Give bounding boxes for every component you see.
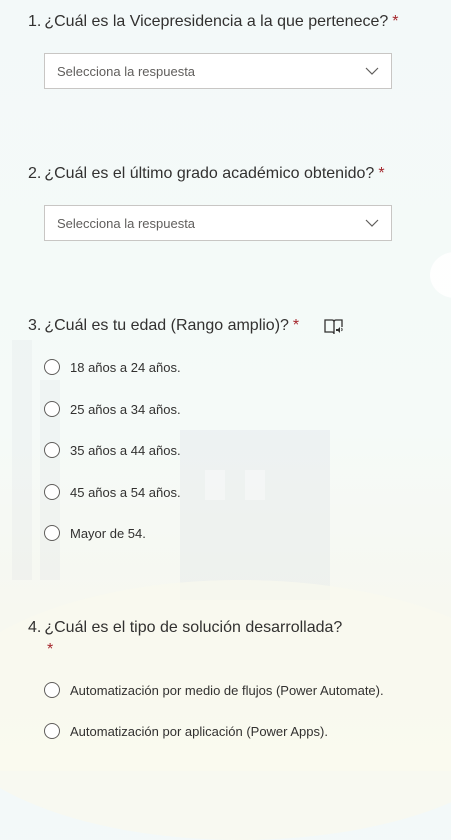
- option-age-35-44[interactable]: 35 años a 44 años.: [44, 439, 181, 461]
- option-label: 45 años a 54 años.: [70, 484, 181, 500]
- question-1-title: 1. ¿Cuál es la Vicepresidencia a la que p…: [28, 12, 399, 32]
- option-age-over-54[interactable]: Mayor de 54.: [44, 522, 146, 544]
- immersive-reader-icon[interactable]: [323, 318, 345, 336]
- required-asterisk: *: [378, 165, 385, 182]
- question-number: 4.: [28, 619, 42, 636]
- radio-button[interactable]: [44, 525, 60, 541]
- option-power-automate[interactable]: Automatización por medio de flujos (Powe…: [44, 679, 384, 701]
- dropdown-placeholder: Selecciona la respuesta: [57, 215, 196, 231]
- option-label: Mayor de 54.: [70, 525, 146, 541]
- radio-button[interactable]: [44, 359, 60, 375]
- question-4-title: 4. ¿Cuál es el tipo de solución desarroll…: [28, 618, 342, 638]
- question-3-title: 3. ¿Cuál es tu edad (Rango amplio)? *: [28, 316, 299, 336]
- chevron-down-icon: [365, 219, 379, 227]
- radio-button[interactable]: [44, 401, 60, 417]
- question-text: ¿Cuál es la Vicepresidencia a la que per…: [44, 13, 389, 30]
- required-asterisk: *: [392, 13, 399, 30]
- option-label: 25 años a 34 años.: [70, 401, 181, 417]
- question-number: 3.: [28, 317, 42, 334]
- option-label: Automatización por medio de flujos (Powe…: [70, 682, 384, 698]
- radio-button[interactable]: [44, 484, 60, 500]
- option-label: 18 años a 24 años.: [70, 359, 181, 375]
- chevron-down-icon: [365, 67, 379, 75]
- question-number: 2.: [28, 165, 42, 182]
- question-text: ¿Cuál es tu edad (Rango amplio)?: [44, 317, 289, 334]
- option-age-18-24[interactable]: 18 años a 24 años.: [44, 356, 181, 378]
- radio-button[interactable]: [44, 442, 60, 458]
- option-label: 35 años a 44 años.: [70, 442, 181, 458]
- grado-academico-dropdown[interactable]: Selecciona la respuesta: [44, 205, 392, 241]
- question-text: ¿Cuál es el último grado académico obten…: [44, 165, 375, 182]
- required-asterisk: *: [292, 317, 300, 334]
- option-age-25-34[interactable]: 25 años a 34 años.: [44, 398, 181, 420]
- dropdown-placeholder: Selecciona la respuesta: [57, 63, 196, 79]
- radio-button[interactable]: [44, 723, 60, 739]
- option-power-apps[interactable]: Automatización por aplicación (Power App…: [44, 720, 328, 742]
- vicepresidencia-dropdown[interactable]: Selecciona la respuesta: [44, 53, 392, 89]
- question-number: 1.: [28, 13, 42, 30]
- background-decoration: [0, 0, 451, 840]
- radio-button[interactable]: [44, 682, 60, 698]
- question-4-required: *: [44, 640, 53, 660]
- required-asterisk: *: [47, 641, 54, 658]
- question-text: ¿Cuál es el tipo de solución desarrollad…: [44, 619, 343, 636]
- option-age-45-54[interactable]: 45 años a 54 años.: [44, 481, 181, 503]
- option-label: Automatización por aplicación (Power App…: [70, 723, 328, 739]
- question-2-title: 2. ¿Cuál es el último grado académico obt…: [28, 164, 385, 184]
